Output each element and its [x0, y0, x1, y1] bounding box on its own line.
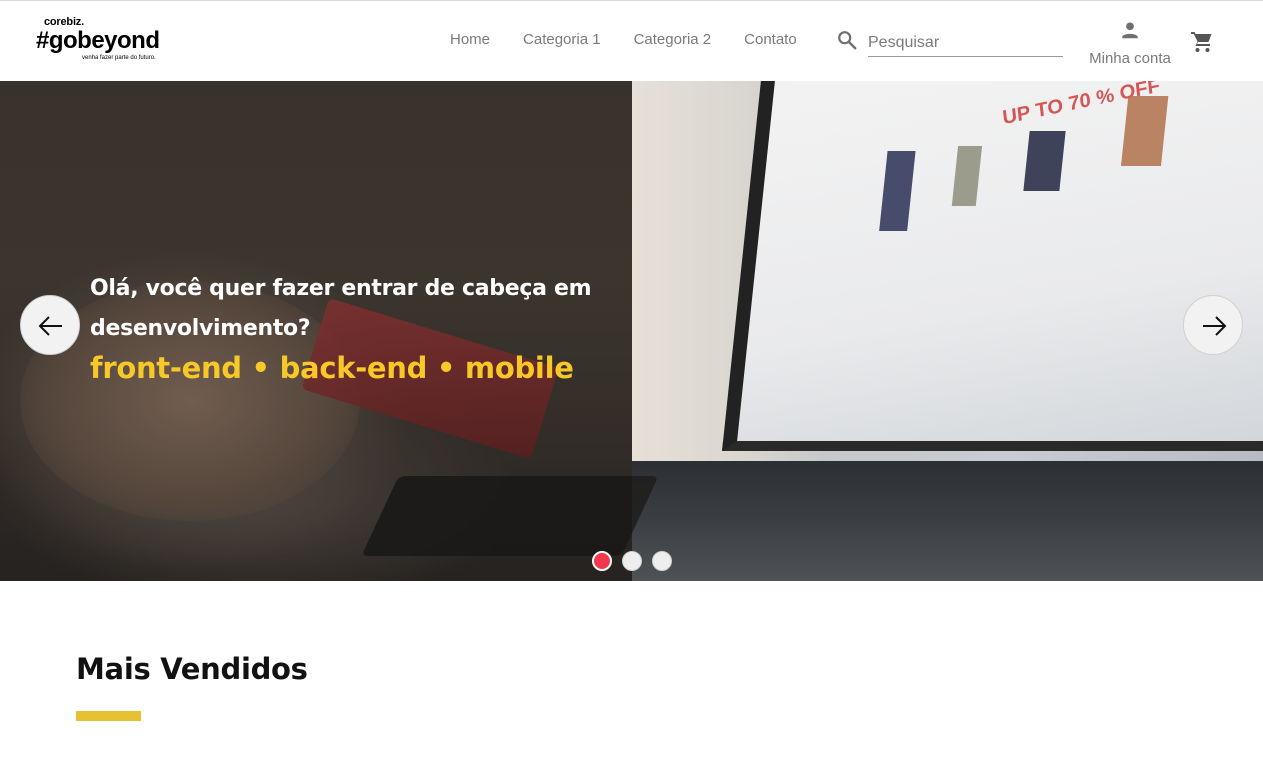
arrow-left-icon [38, 316, 62, 336]
product-thumbnail [951, 146, 983, 206]
shopping-cart-icon[interactable] [1189, 30, 1215, 54]
person-icon [1122, 22, 1138, 39]
brand-logo[interactable]: corebiz. #gobeyond venha fazer parte do … [36, 15, 176, 67]
nav-link-categoria-2[interactable]: Categoria 2 [634, 31, 712, 48]
section-title: Mais Vendidos [76, 652, 308, 686]
carousel-next-button[interactable] [1183, 295, 1243, 355]
carousel-prev-button[interactable] [20, 295, 80, 355]
carousel-dot-1[interactable] [592, 551, 612, 571]
brand-tagline: venha fazer parte do futuro. [82, 55, 156, 61]
product-thumbnail [1120, 96, 1169, 166]
carousel-dot-3[interactable] [652, 551, 672, 571]
laptop-screen: UP TO 70 % OFF [722, 81, 1263, 451]
brand-main-text: #gobeyond [36, 27, 160, 54]
product-thumbnail [879, 151, 916, 231]
hero-caption: Olá, você quer fazer entrar de cabeça em… [90, 269, 610, 385]
main-nav: Home Categoria 1 Categoria 2 Contato [450, 31, 830, 48]
site-header: corebiz. #gobeyond venha fazer parte do … [0, 0, 1263, 81]
search-box [836, 27, 1064, 59]
search-input[interactable] [868, 29, 1063, 57]
section-title-underline [76, 711, 141, 721]
carousel-dot-2[interactable] [622, 551, 642, 571]
product-thumbnail [1023, 131, 1066, 191]
nav-link-contato[interactable]: Contato [744, 31, 797, 48]
hero-carousel: UP TO 70 % OFF Olá, você quer fazer entr… [0, 81, 1263, 581]
carousel-dots [592, 551, 682, 571]
account-button[interactable]: Minha conta [1084, 19, 1176, 71]
hero-tags: front-end • back-end • mobile [90, 351, 574, 385]
hero-headline-line-1: Olá, você quer fazer entrar de cabeça em [90, 276, 592, 301]
hero-image-laptop: UP TO 70 % OFF [592, 81, 1263, 581]
nav-link-home[interactable]: Home [450, 31, 490, 48]
arrow-right-icon [1203, 316, 1227, 336]
laptop-keyboard [592, 461, 1263, 581]
account-label: Minha conta [1089, 50, 1171, 67]
hero-headline-line-2: desenvolvimento? [90, 316, 311, 341]
search-icon[interactable] [836, 29, 858, 51]
nav-link-categoria-1[interactable]: Categoria 1 [523, 31, 601, 48]
